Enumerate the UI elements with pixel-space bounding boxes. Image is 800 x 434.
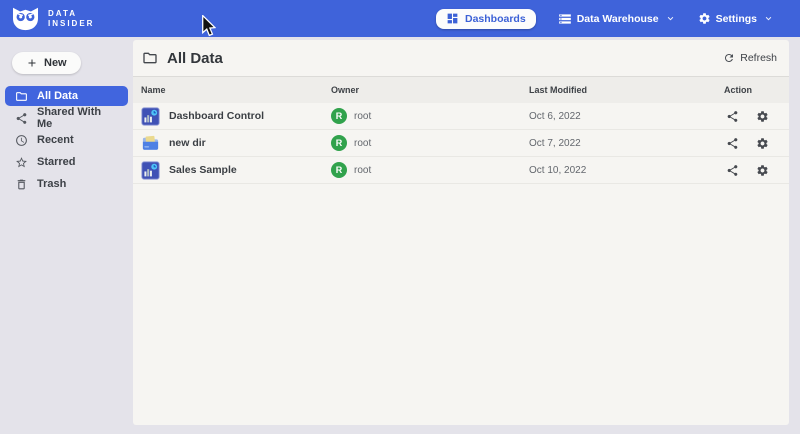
owner-name: root <box>354 111 371 122</box>
sidebar-item-trash[interactable]: Trash <box>5 174 128 194</box>
column-header-last-modified: Last Modified <box>529 85 724 95</box>
last-modified: Oct 10, 2022 <box>529 165 724 176</box>
sidebar-item-recent[interactable]: Recent <box>5 130 128 150</box>
row-settings-button[interactable] <box>754 162 771 179</box>
share-button[interactable] <box>724 108 741 125</box>
owner-avatar: R <box>331 135 347 151</box>
content-card: All Data Refresh Name Owner Last Modifie… <box>133 40 789 425</box>
dashboard-file-icon <box>141 161 160 180</box>
new-button-label: New <box>44 57 67 69</box>
sidebar-item-shared-with-me[interactable]: Shared With Me <box>5 108 128 128</box>
row-name: Sales Sample <box>169 164 237 176</box>
content-title-bar: All Data Refresh <box>133 40 789 77</box>
gear-icon <box>756 137 769 150</box>
app-logo: DATA INSIDER <box>11 6 94 31</box>
sidebar-item-label: All Data <box>37 90 78 102</box>
nav-dashboards-label: Dashboards <box>465 13 526 25</box>
gear-icon <box>756 164 769 177</box>
refresh-label: Refresh <box>740 52 777 64</box>
share-icon <box>726 110 739 123</box>
owner-name: root <box>354 165 371 176</box>
last-modified: Oct 6, 2022 <box>529 111 724 122</box>
sidebar-item-starred[interactable]: Starred <box>5 152 128 172</box>
sidebar-nav: All Data Shared With Me Recent Starred T… <box>0 86 133 194</box>
table-row[interactable]: new dir R root Oct 7, 2022 <box>133 130 789 157</box>
column-header-name: Name <box>141 85 331 95</box>
new-button[interactable]: New <box>12 52 81 74</box>
share-icon <box>726 137 739 150</box>
clock-icon <box>15 134 28 147</box>
gear-icon <box>698 12 711 25</box>
nav-dashboards-button[interactable]: Dashboards <box>436 9 536 29</box>
chevron-down-icon <box>665 13 676 24</box>
owner-avatar: R <box>331 162 347 178</box>
sidebar-item-label: Starred <box>37 156 76 168</box>
column-header-action: Action <box>724 85 789 95</box>
folder-icon <box>15 90 28 103</box>
app-name: DATA INSIDER <box>48 9 94 29</box>
trash-icon <box>15 178 28 191</box>
share-icon <box>726 164 739 177</box>
dashboard-icon <box>446 12 459 25</box>
sidebar-item-label: Trash <box>37 178 66 190</box>
refresh-button[interactable]: Refresh <box>723 52 777 64</box>
sidebar-item-all-data[interactable]: All Data <box>5 86 128 106</box>
app-header: DATA INSIDER Dashboards Data Warehouse S… <box>0 0 800 37</box>
nav-data-warehouse-label: Data Warehouse <box>577 13 659 25</box>
star-icon <box>15 156 28 169</box>
page-title: All Data <box>167 50 223 67</box>
sidebar-item-label: Recent <box>37 134 74 146</box>
row-name: Dashboard Control <box>169 110 264 122</box>
sidebar: New All Data Shared With Me Recent Starr… <box>0 37 133 434</box>
plus-icon <box>26 57 38 69</box>
folder-file-icon <box>141 134 160 153</box>
owner-name: root <box>354 138 371 149</box>
last-modified: Oct 7, 2022 <box>529 138 724 149</box>
chevron-down-icon <box>763 13 774 24</box>
share-button[interactable] <box>724 135 741 152</box>
column-header-owner: Owner <box>331 85 529 95</box>
refresh-icon <box>723 52 735 64</box>
folder-icon <box>142 50 158 66</box>
nav-data-warehouse[interactable]: Data Warehouse <box>558 12 676 26</box>
table-row[interactable]: Dashboard Control R root Oct 6, 2022 <box>133 103 789 130</box>
header-nav: Dashboards Data Warehouse Settings <box>436 9 774 29</box>
dashboard-file-icon <box>141 107 160 126</box>
shared-icon <box>15 112 28 125</box>
gear-icon <box>756 110 769 123</box>
table-row[interactable]: Sales Sample R root Oct 10, 2022 <box>133 157 789 184</box>
sidebar-item-label: Shared With Me <box>37 106 118 130</box>
owl-logo-icon <box>11 6 40 31</box>
nav-settings-label: Settings <box>716 13 757 25</box>
owner-avatar: R <box>331 108 347 124</box>
row-name: new dir <box>169 137 206 149</box>
table-header: Name Owner Last Modified Action <box>133 77 789 103</box>
database-icon <box>558 12 572 26</box>
row-settings-button[interactable] <box>754 135 771 152</box>
share-button[interactable] <box>724 162 741 179</box>
nav-settings[interactable]: Settings <box>698 12 774 25</box>
row-settings-button[interactable] <box>754 108 771 125</box>
